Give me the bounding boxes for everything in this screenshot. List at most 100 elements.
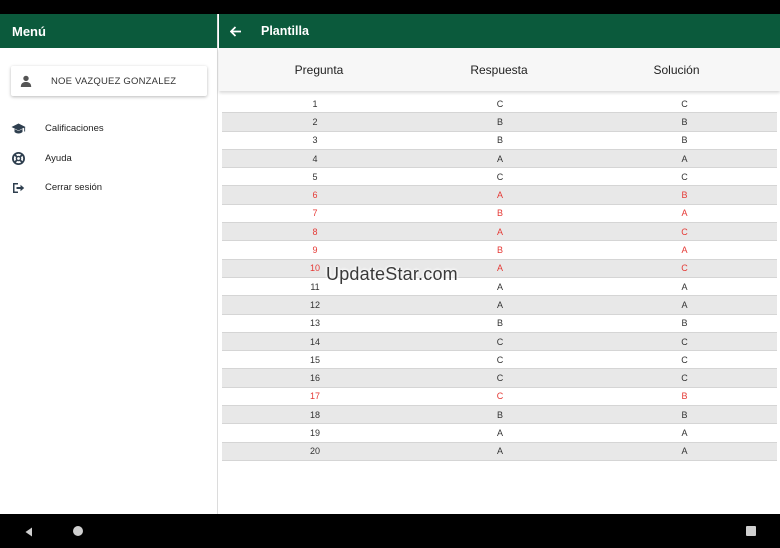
app-screen: Menú NOE VAZQUEZ GONZALEZ Calificaciones…	[0, 14, 780, 514]
table-body: 1 C C 2 B B 3 B B 4 A A 5 C C 6 A B 7 B A 8 A C 9 B A 10 A C 11 A A 12 A A 1…	[222, 95, 777, 461]
cell-pregunta: 4	[312, 153, 318, 164]
cell-respuesta: B	[496, 135, 503, 146]
table-row: 14 C C	[222, 332, 777, 352]
cell-solucion: A	[681, 446, 688, 457]
cell-respuesta: A	[496, 153, 503, 164]
cell-solucion: A	[681, 153, 688, 164]
column-header-respuesta: Respuesta	[470, 62, 528, 77]
table-row: 10 A C	[222, 259, 777, 278]
life-ring-icon	[11, 151, 26, 166]
column-header-pregunta: Pregunta	[294, 62, 344, 77]
cell-solucion: A	[681, 299, 688, 310]
cell-pregunta: 13	[309, 318, 320, 329]
cell-solucion: B	[681, 409, 688, 420]
status-bar	[0, 0, 780, 14]
system-back-icon[interactable]	[23, 525, 35, 537]
system-recents-icon[interactable]	[746, 526, 756, 536]
cell-respuesta: A	[496, 299, 503, 310]
table-row: 16 C C	[222, 369, 777, 388]
cell-respuesta: B	[496, 318, 503, 329]
cell-solucion: A	[681, 245, 688, 256]
nav-item-calificaciones[interactable]: Calificaciones	[0, 114, 218, 144]
cell-pregunta: 19	[309, 427, 320, 438]
cell-solucion: B	[681, 391, 688, 402]
arrow-left-icon	[230, 25, 241, 37]
drawer-title: Menú	[0, 14, 217, 48]
watermark: UpdateStar.com	[326, 264, 458, 284]
table-row: 2 B B	[222, 113, 777, 132]
user-card[interactable]: NOE VAZQUEZ GONZALEZ	[11, 66, 207, 96]
cell-solucion: A	[681, 281, 688, 292]
table-row: 12 A A	[222, 296, 777, 315]
cell-respuesta: B	[496, 409, 503, 420]
cell-pregunta: 12	[309, 299, 320, 310]
column-header-solucion: Solución	[653, 62, 700, 77]
nav-item-label: Calificaciones	[45, 123, 104, 135]
cell-solucion: C	[681, 226, 688, 237]
drawer-nav: Calificaciones Ayuda Cerrar sesión	[0, 114, 218, 203]
cell-pregunta: 3	[312, 135, 318, 146]
table-row: 18 B B	[222, 406, 777, 425]
table-row: 4 A A	[222, 149, 777, 169]
cell-pregunta: 18	[309, 409, 320, 420]
cell-respuesta: B	[496, 116, 503, 127]
cell-respuesta: C	[496, 391, 504, 402]
table-row: 8 A C	[222, 223, 777, 242]
nav-item-cerrar-sesion[interactable]: Cerrar sesión	[0, 173, 218, 203]
table-row: 3 B B	[222, 132, 777, 150]
cell-solucion: C	[681, 336, 688, 347]
table-row: 20 A A	[222, 442, 777, 461]
cell-solucion: C	[681, 373, 688, 384]
graduation-cap-icon	[11, 121, 26, 136]
cell-pregunta: 16	[309, 373, 320, 384]
nav-item-label: Cerrar sesión	[45, 182, 103, 194]
cell-respuesta: C	[496, 171, 504, 182]
table-row: 1 C C	[222, 95, 777, 114]
navigation-drawer: Menú NOE VAZQUEZ GONZALEZ Calificaciones…	[0, 14, 218, 514]
cell-respuesta: A	[496, 427, 503, 438]
nav-item-label: Ayuda	[45, 152, 72, 164]
user-name: NOE VAZQUEZ GONZALEZ	[51, 75, 177, 87]
cell-pregunta: 1	[312, 98, 318, 109]
system-home-icon[interactable]	[73, 526, 83, 536]
cell-pregunta: 5	[312, 171, 318, 182]
table-row: 15 C C	[222, 351, 777, 370]
table-row: 13 B B	[222, 315, 777, 333]
cell-respuesta: B	[496, 208, 503, 219]
cell-solucion: B	[681, 135, 688, 146]
main-content: Plantilla Pregunta Respuesta Solución 1 C…	[219, 14, 780, 514]
cell-pregunta: 20	[309, 446, 320, 457]
cell-pregunta: 15	[309, 354, 320, 365]
page-title: Plantilla	[261, 24, 309, 38]
cell-solucion: A	[681, 208, 688, 219]
cell-pregunta: 14	[309, 336, 320, 347]
cell-respuesta: C	[496, 336, 504, 347]
cell-respuesta: A	[496, 226, 503, 237]
table-row: 9 B A	[222, 241, 777, 260]
cell-respuesta: C	[496, 98, 504, 109]
table-row: 17 C B	[222, 388, 777, 407]
person-icon	[19, 74, 33, 88]
table-row: 6 A B	[222, 186, 777, 205]
cell-pregunta: 2	[312, 116, 318, 127]
cell-respuesta: C	[496, 373, 504, 384]
cell-solucion: C	[681, 171, 688, 182]
cell-solucion: B	[681, 116, 688, 127]
table-header: Pregunta Respuesta Solución	[219, 48, 780, 91]
table-row: 11 A A	[222, 278, 777, 297]
cell-pregunta: 7	[312, 208, 318, 219]
cell-respuesta: B	[496, 245, 503, 256]
cell-pregunta: 17	[309, 391, 320, 402]
table-row: 7 B A	[222, 205, 777, 224]
nav-item-ayuda[interactable]: Ayuda	[0, 144, 218, 174]
back-button[interactable]	[219, 14, 253, 48]
cell-pregunta: 8	[312, 226, 318, 237]
cell-respuesta: A	[496, 190, 503, 201]
cell-pregunta: 9	[312, 245, 318, 256]
app-bar: Plantilla	[219, 14, 780, 48]
system-nav-bar	[0, 514, 780, 548]
cell-solucion: B	[681, 318, 688, 329]
sign-out-icon	[11, 180, 26, 195]
cell-pregunta: 6	[312, 190, 318, 201]
cell-solucion: C	[681, 263, 688, 274]
